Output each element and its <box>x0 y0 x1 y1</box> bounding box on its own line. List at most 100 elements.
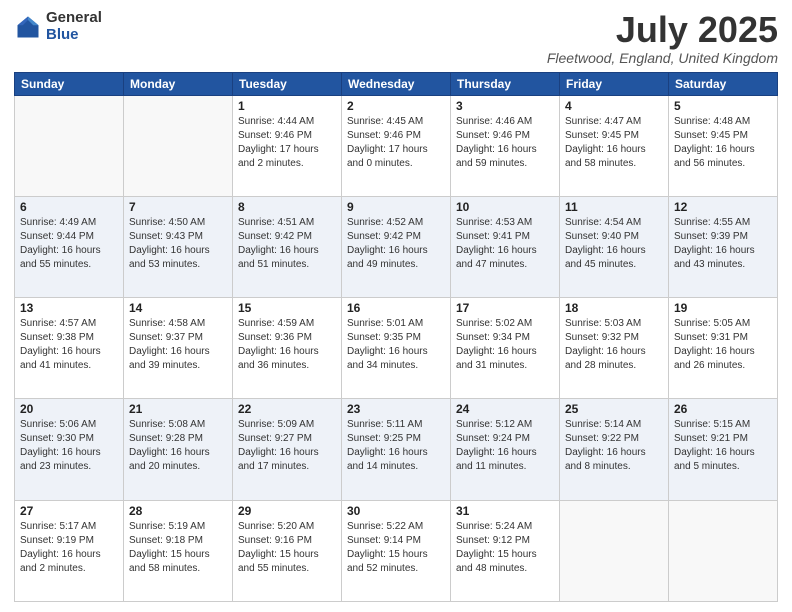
logo-text: General Blue <box>46 10 102 43</box>
col-tuesday: Tuesday <box>233 72 342 95</box>
col-monday: Monday <box>124 72 233 95</box>
day-number: 17 <box>456 301 554 315</box>
calendar-row-5: 27 Sunrise: 5:17 AMSunset: 9:19 PMDayligh… <box>15 500 778 601</box>
month-year-title: July 2025 <box>547 10 778 50</box>
day-info: Sunrise: 4:50 AMSunset: 9:43 PMDaylight:… <box>129 216 227 272</box>
day-number: 30 <box>347 504 445 518</box>
calendar-cell: 17Sunrise: 5:02 AMSunset: 9:34 PMDayligh… <box>451 298 560 399</box>
calendar-cell: 14 Sunrise: 4:58 AMSunset: 9:37 PMDayligh… <box>124 298 233 399</box>
day-info: Sunrise: 4:53 AMSunset: 9:41 PMDaylight:… <box>456 216 554 272</box>
calendar-cell <box>15 95 124 196</box>
day-number: 25 <box>565 402 663 416</box>
calendar-cell: 20 Sunrise: 5:06 AMSunset: 9:30 PMDayligh… <box>15 399 124 500</box>
calendar-cell <box>669 500 778 601</box>
day-number: 8 <box>238 200 336 214</box>
calendar-cell: 24 Sunrise: 5:12 AMSunset: 9:24 PMDayligh… <box>451 399 560 500</box>
day-info: Sunrise: 5:22 AMSunset: 9:14 PMDaylight:… <box>347 520 445 576</box>
calendar-row-3: 13Sunrise: 4:57 AMSunset: 9:38 PMDayligh… <box>15 298 778 399</box>
day-number: 28 <box>129 504 227 518</box>
calendar-cell: 18Sunrise: 5:03 AMSunset: 9:32 PMDayligh… <box>560 298 669 399</box>
calendar-header-row: Sunday Monday Tuesday Wednesday Thursday… <box>15 72 778 95</box>
day-info: Sunrise: 5:01 AMSunset: 9:35 PMDaylight:… <box>347 317 445 373</box>
day-info: Sunrise: 4:58 AMSunset: 9:37 PMDaylight:… <box>129 317 227 373</box>
calendar-cell: 28Sunrise: 5:19 AMSunset: 9:18 PMDayligh… <box>124 500 233 601</box>
calendar-cell: 12Sunrise: 4:55 AMSunset: 9:39 PMDayligh… <box>669 196 778 297</box>
calendar-cell: 7 Sunrise: 4:50 AMSunset: 9:43 PMDaylight… <box>124 196 233 297</box>
logo-blue-text: Blue <box>46 27 102 44</box>
day-number: 16 <box>347 301 445 315</box>
day-number: 21 <box>129 402 227 416</box>
calendar-cell: 15Sunrise: 4:59 AMSunset: 9:36 PMDayligh… <box>233 298 342 399</box>
logo-general-text: General <box>46 10 102 27</box>
day-info: Sunrise: 4:55 AMSunset: 9:39 PMDaylight:… <box>674 216 772 272</box>
calendar-row-2: 6 Sunrise: 4:49 AMSunset: 9:44 PMDaylight… <box>15 196 778 297</box>
day-number: 9 <box>347 200 445 214</box>
day-number: 14 <box>129 301 227 315</box>
day-number: 11 <box>565 200 663 214</box>
day-info: Sunrise: 5:12 AMSunset: 9:24 PMDaylight:… <box>456 418 554 474</box>
calendar-table: Sunday Monday Tuesday Wednesday Thursday… <box>14 72 778 602</box>
calendar-cell: 16 Sunrise: 5:01 AMSunset: 9:35 PMDayligh… <box>342 298 451 399</box>
logo: General Blue <box>14 10 102 43</box>
day-number: 3 <box>456 99 554 113</box>
calendar-cell: 27 Sunrise: 5:17 AMSunset: 9:19 PMDayligh… <box>15 500 124 601</box>
day-info: Sunrise: 5:14 AMSunset: 9:22 PMDaylight:… <box>565 418 663 474</box>
calendar-cell: 22Sunrise: 5:09 AMSunset: 9:27 PMDayligh… <box>233 399 342 500</box>
calendar-cell: 4Sunrise: 4:47 AMSunset: 9:45 PMDaylight… <box>560 95 669 196</box>
day-info: Sunrise: 5:17 AMSunset: 9:19 PMDaylight:… <box>20 520 118 576</box>
day-info: Sunrise: 5:11 AMSunset: 9:25 PMDaylight:… <box>347 418 445 474</box>
day-number: 27 <box>20 504 118 518</box>
calendar-cell: 11 Sunrise: 4:54 AMSunset: 9:40 PMDayligh… <box>560 196 669 297</box>
day-number: 5 <box>674 99 772 113</box>
calendar-cell: 6 Sunrise: 4:49 AMSunset: 9:44 PMDaylight… <box>15 196 124 297</box>
col-thursday: Thursday <box>451 72 560 95</box>
calendar-cell: 19Sunrise: 5:05 AMSunset: 9:31 PMDayligh… <box>669 298 778 399</box>
location-subtitle: Fleetwood, England, United Kingdom <box>547 50 778 66</box>
col-sunday: Sunday <box>15 72 124 95</box>
day-info: Sunrise: 4:49 AMSunset: 9:44 PMDaylight:… <box>20 216 118 272</box>
calendar-cell: 5 Sunrise: 4:48 AMSunset: 9:45 PMDaylight… <box>669 95 778 196</box>
day-number: 29 <box>238 504 336 518</box>
day-number: 23 <box>347 402 445 416</box>
day-number: 20 <box>20 402 118 416</box>
day-number: 4 <box>565 99 663 113</box>
calendar-cell: 8 Sunrise: 4:51 AMSunset: 9:42 PMDaylight… <box>233 196 342 297</box>
day-number: 2 <box>347 99 445 113</box>
day-number: 31 <box>456 504 554 518</box>
day-info: Sunrise: 5:08 AMSunset: 9:28 PMDaylight:… <box>129 418 227 474</box>
day-info: Sunrise: 4:52 AMSunset: 9:42 PMDaylight:… <box>347 216 445 272</box>
day-number: 7 <box>129 200 227 214</box>
calendar-cell: 23 Sunrise: 5:11 AMSunset: 9:25 PMDayligh… <box>342 399 451 500</box>
day-number: 6 <box>20 200 118 214</box>
day-number: 10 <box>456 200 554 214</box>
calendar-row-1: 1 Sunrise: 4:44 AMSunset: 9:46 PMDaylight… <box>15 95 778 196</box>
header: General Blue July 2025 Fleetwood, Englan… <box>14 10 778 66</box>
day-info: Sunrise: 5:06 AMSunset: 9:30 PMDaylight:… <box>20 418 118 474</box>
day-info: Sunrise: 5:15 AMSunset: 9:21 PMDaylight:… <box>674 418 772 474</box>
day-info: Sunrise: 4:46 AMSunset: 9:46 PMDaylight:… <box>456 115 554 171</box>
calendar-cell <box>560 500 669 601</box>
day-number: 24 <box>456 402 554 416</box>
day-number: 22 <box>238 402 336 416</box>
calendar-cell <box>124 95 233 196</box>
day-info: Sunrise: 4:44 AMSunset: 9:46 PMDaylight:… <box>238 115 336 171</box>
calendar-cell: 25 Sunrise: 5:14 AMSunset: 9:22 PMDayligh… <box>560 399 669 500</box>
day-number: 15 <box>238 301 336 315</box>
day-info: Sunrise: 4:54 AMSunset: 9:40 PMDaylight:… <box>565 216 663 272</box>
calendar-cell: 1 Sunrise: 4:44 AMSunset: 9:46 PMDaylight… <box>233 95 342 196</box>
title-block: July 2025 Fleetwood, England, United Kin… <box>547 10 778 66</box>
day-number: 18 <box>565 301 663 315</box>
col-friday: Friday <box>560 72 669 95</box>
col-wednesday: Wednesday <box>342 72 451 95</box>
day-info: Sunrise: 5:05 AMSunset: 9:31 PMDaylight:… <box>674 317 772 373</box>
calendar-cell: 26Sunrise: 5:15 AMSunset: 9:21 PMDayligh… <box>669 399 778 500</box>
calendar-cell: 13Sunrise: 4:57 AMSunset: 9:38 PMDayligh… <box>15 298 124 399</box>
day-info: Sunrise: 4:45 AMSunset: 9:46 PMDaylight:… <box>347 115 445 171</box>
day-info: Sunrise: 4:51 AMSunset: 9:42 PMDaylight:… <box>238 216 336 272</box>
day-info: Sunrise: 4:48 AMSunset: 9:45 PMDaylight:… <box>674 115 772 171</box>
day-info: Sunrise: 5:24 AMSunset: 9:12 PMDaylight:… <box>456 520 554 576</box>
calendar-cell: 29Sunrise: 5:20 AMSunset: 9:16 PMDayligh… <box>233 500 342 601</box>
day-number: 1 <box>238 99 336 113</box>
calendar-cell: 31 Sunrise: 5:24 AMSunset: 9:12 PMDayligh… <box>451 500 560 601</box>
calendar-cell: 2 Sunrise: 4:45 AMSunset: 9:46 PMDaylight… <box>342 95 451 196</box>
